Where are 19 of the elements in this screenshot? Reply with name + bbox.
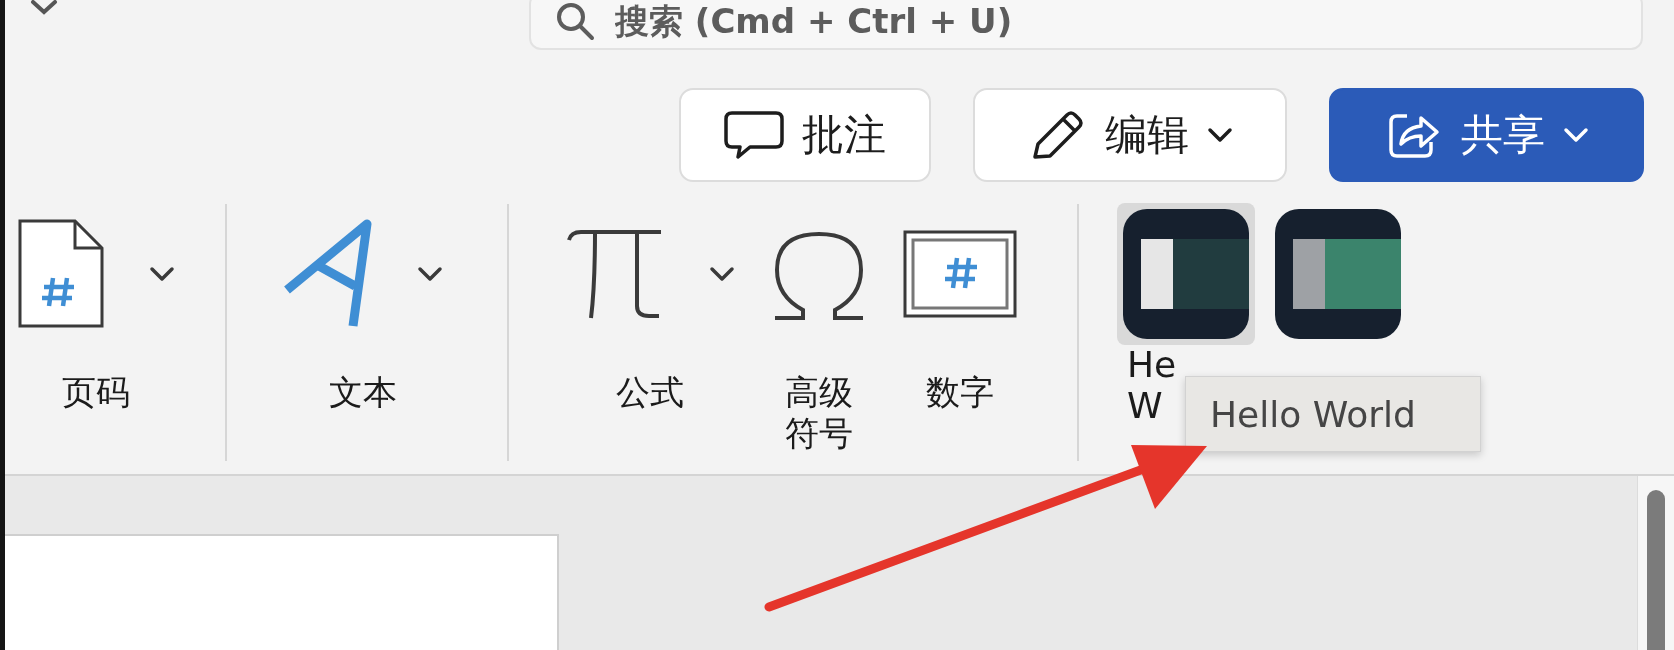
ribbon-label[interactable]: 高级符号 [778, 372, 860, 454]
tooltip: Hello World [1185, 376, 1481, 452]
app-label: He W [1127, 344, 1177, 427]
ribbon-label[interactable]: 文本 [329, 372, 397, 413]
scroll-thumb[interactable] [1647, 490, 1665, 650]
edit-button[interactable]: 编辑 [973, 88, 1287, 182]
search-icon [555, 1, 595, 41]
page-number-icon [17, 218, 105, 330]
scrollbar[interactable] [1637, 476, 1674, 650]
speech-bubble-icon [724, 109, 784, 161]
comment-button[interactable]: 批注 [679, 88, 931, 182]
number-box-icon [903, 230, 1017, 318]
app-icon [1123, 209, 1249, 339]
ribbon-label[interactable]: 数字 [926, 372, 994, 413]
app-icon [1275, 209, 1401, 339]
app-tile[interactable] [1117, 203, 1255, 345]
ribbon-label[interactable]: 页码 [62, 372, 130, 413]
ribbon-label[interactable]: 公式 [616, 372, 684, 413]
share-button[interactable]: 共享 [1329, 88, 1644, 182]
